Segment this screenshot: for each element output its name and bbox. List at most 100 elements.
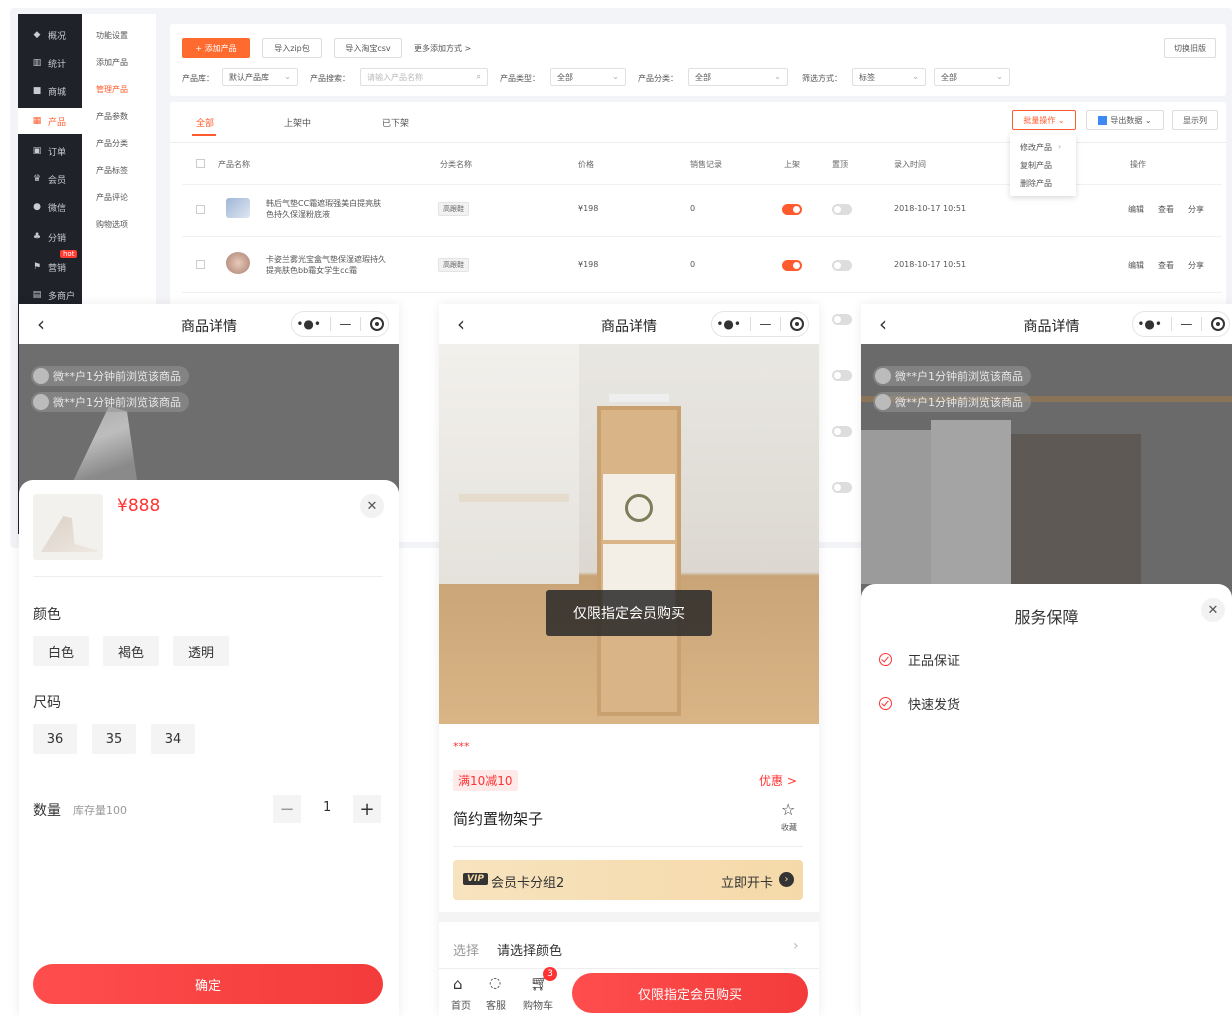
nav-service[interactable]: 客服 — [486, 997, 506, 1012]
sub-nav-reviews[interactable]: 产品评论 — [96, 192, 128, 203]
pinned-toggle[interactable] — [832, 314, 852, 325]
quantity-increase-button[interactable]: + — [353, 795, 381, 823]
nav-item-overview[interactable]: ◆ 概况 — [18, 22, 82, 48]
pinned-toggle[interactable] — [832, 204, 852, 215]
minimize-icon[interactable]: — — [1180, 317, 1192, 331]
col-created[interactable]: 录入时间 — [894, 159, 926, 170]
select-value[interactable]: 请选择颜色 — [497, 940, 562, 959]
quantity-decrease-button[interactable]: − — [273, 795, 301, 823]
sub-nav-tags[interactable]: 产品标签 — [96, 165, 128, 176]
chart-icon: ▥ — [32, 58, 42, 68]
tab-off-sale[interactable]: 已下架 — [382, 116, 409, 129]
search-icon[interactable]: ⌕ — [477, 72, 481, 82]
on-sale-toggle[interactable] — [782, 260, 802, 271]
nav-item-wechat[interactable]: ● 微信 — [18, 194, 82, 220]
home-icon[interactable]: ⌂ — [453, 975, 463, 993]
open-card-link[interactable]: 立即开卡 — [721, 872, 773, 891]
nav-cart[interactable]: 购物车 — [523, 997, 553, 1012]
select-all-checkbox[interactable] — [196, 159, 205, 168]
size-option-36[interactable]: 36 — [33, 724, 77, 754]
close-icon[interactable]: ✕ — [360, 494, 384, 518]
share-link[interactable]: 分享 — [1188, 204, 1204, 215]
row-checkbox[interactable] — [196, 205, 205, 214]
tab-indicator — [192, 134, 216, 136]
nav-item-stats[interactable]: ▥ 统计 — [18, 50, 82, 76]
nav-item-order[interactable]: ▣ 订单 — [18, 138, 82, 164]
sub-nav-options[interactable]: 购物选项 — [96, 219, 128, 230]
menu-item-copy[interactable]: 复制产品 — [1020, 160, 1052, 171]
window-light — [439, 344, 579, 584]
nav-item-member[interactable]: ♛ 会员 — [18, 166, 82, 192]
sub-nav-settings[interactable]: 功能设置 — [96, 30, 128, 41]
product-name[interactable]: 卡姿兰雾光宝盒气垫保湿遮瑕持久提亮肤色bb霜女学生cc霜 — [266, 254, 390, 276]
sub-nav-manage-product[interactable]: 管理产品 — [96, 84, 128, 95]
service-item-label: 快速发货 — [908, 698, 961, 713]
batch-operation-button[interactable]: 批量操作 ⌄ — [1012, 110, 1076, 130]
promo-link[interactable]: 优惠 > — [759, 772, 797, 789]
switch-old-button[interactable]: 切换旧版 — [1164, 38, 1216, 58]
color-option-white[interactable]: 白色 — [33, 636, 89, 666]
confirm-button[interactable]: 确定 — [33, 964, 383, 1004]
sub-nav-category[interactable]: 产品分类 — [96, 138, 128, 149]
type-select[interactable]: 全部 ⌄ — [550, 68, 626, 86]
minimize-icon[interactable]: — — [759, 317, 771, 331]
tab-all[interactable]: 全部 — [196, 116, 214, 129]
chat-icon[interactable]: ◌ — [489, 975, 501, 991]
edit-link[interactable]: 编辑 — [1128, 260, 1144, 271]
search-input[interactable]: 请输入产品名称 ⌕ — [360, 68, 488, 86]
export-data-button[interactable]: 导出数据 ⌄ — [1086, 110, 1164, 130]
size-option-34[interactable]: 34 — [151, 724, 195, 754]
divider — [779, 317, 781, 331]
view-link[interactable]: 查看 — [1158, 260, 1174, 271]
close-target-icon[interactable] — [789, 317, 804, 331]
pinned-toggle[interactable] — [832, 260, 852, 271]
col-pinned[interactable]: 置顶 — [832, 159, 848, 170]
quantity-value[interactable]: 1 — [323, 800, 331, 815]
columns-button[interactable]: 显示列 — [1172, 110, 1218, 130]
close-icon[interactable]: ✕ — [1201, 598, 1225, 622]
pinned-toggle[interactable] — [832, 370, 852, 381]
size-option-35[interactable]: 35 — [92, 724, 136, 754]
sub-nav-add-product[interactable]: 添加产品 — [96, 57, 128, 68]
col-price[interactable]: 价格 — [578, 159, 594, 170]
product-name[interactable]: 韩后气垫CC霜遮瑕强美白提亮肤色持久保湿粉底液 — [266, 198, 386, 220]
nav-label: 订单 — [48, 147, 67, 158]
nav-item-distribution[interactable]: ♣ 分销 — [18, 224, 82, 250]
menu-item-delete[interactable]: 删除产品 — [1020, 178, 1052, 189]
filter-select-2[interactable]: 全部 ⌄ — [934, 68, 1010, 86]
import-taobao-button[interactable]: 导入淘宝csv — [334, 38, 402, 58]
more-icon[interactable]: •●• — [1137, 317, 1162, 331]
close-target-icon[interactable] — [369, 317, 384, 331]
more-icon[interactable]: •●• — [716, 317, 741, 331]
add-product-button[interactable]: + 添加产品 — [182, 38, 250, 58]
more-ways-link[interactable]: 更多添加方式 > — [414, 43, 471, 54]
nav-home[interactable]: 首页 — [451, 997, 471, 1012]
pinned-toggle[interactable] — [832, 482, 852, 493]
phone-service-guarantee: ‹ 商品详情 •●• — 微**户1分钟前浏览该商品 微**户1分钟前浏览该商品… — [861, 304, 1232, 1016]
tab-on-sale[interactable]: 上架中 — [284, 116, 311, 129]
library-select[interactable]: 默认产品库 ⌄ — [222, 68, 298, 86]
excel-icon — [1098, 115, 1108, 125]
share-link[interactable]: 分享 — [1188, 260, 1204, 271]
minimize-icon[interactable]: — — [339, 317, 351, 331]
category-select[interactable]: 全部 ⌄ — [688, 68, 788, 86]
color-option-clear[interactable]: 透明 — [173, 636, 229, 666]
on-sale-toggle[interactable] — [782, 204, 802, 215]
color-option-brown[interactable]: 褐色 — [103, 636, 159, 666]
close-target-icon[interactable] — [1210, 317, 1225, 331]
nav-item-store[interactable]: ■ 商城 — [18, 78, 82, 104]
more-icon[interactable]: •●• — [296, 317, 321, 331]
menu-item-edit[interactable]: 修改产品 — [1020, 142, 1052, 153]
row-checkbox[interactable] — [196, 260, 205, 269]
star-icon[interactable]: ☆ — [781, 800, 795, 819]
import-zip-button[interactable]: 导入zip包 — [262, 38, 322, 58]
nav-item-product[interactable]: ▦ 产品 — [18, 108, 82, 134]
sub-nav-params[interactable]: 产品参数 — [96, 111, 128, 122]
member-buy-button[interactable]: 仅限指定会员购买 — [572, 973, 808, 1013]
view-link[interactable]: 查看 — [1158, 204, 1174, 215]
edit-link[interactable]: 编辑 — [1128, 204, 1144, 215]
vip-card-bar[interactable]: VIP 会员卡分组2 立即开卡 › — [453, 860, 803, 900]
filter-select[interactable]: 标签 ⌄ — [852, 68, 926, 86]
toast-text: 微**户1分钟前浏览该商品 — [895, 396, 1023, 409]
pinned-toggle[interactable] — [832, 426, 852, 437]
